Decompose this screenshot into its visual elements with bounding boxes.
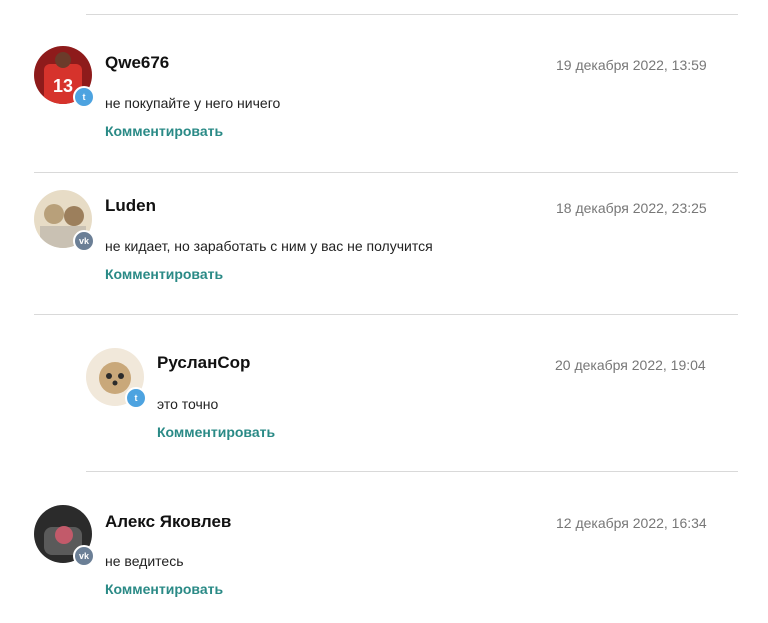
comment-text: не кидает, но заработать с ним у вас не … <box>105 238 433 254</box>
comment-date: 20 декабря 2022, 19:04 <box>555 357 706 373</box>
comment-reply-button[interactable]: Комментировать <box>105 123 223 139</box>
divider-2 <box>34 314 738 315</box>
comment-text: это точно <box>157 396 219 412</box>
svg-text:13: 13 <box>53 76 73 96</box>
comment-author[interactable]: Алекс Яковлев <box>105 512 231 532</box>
comment-author[interactable]: Luden <box>105 196 156 216</box>
twitter-icon: t <box>125 387 147 409</box>
comment-reply-button[interactable]: Комментировать <box>105 266 223 282</box>
comment-reply-button[interactable]: Комментировать <box>105 581 223 597</box>
comment-reply-button[interactable]: Комментировать <box>157 424 275 440</box>
comment-author[interactable]: РусланСор <box>157 353 250 373</box>
divider-top <box>86 14 738 15</box>
comment-date: 18 декабря 2022, 23:25 <box>556 200 707 216</box>
comment-text: не покупайте у него ничего <box>105 95 281 111</box>
comment-date: 19 декабря 2022, 13:59 <box>556 57 707 73</box>
comment-text: не ведитесь <box>105 553 184 569</box>
comment-author[interactable]: Qwe676 <box>105 53 169 73</box>
twitter-icon: t <box>73 86 95 108</box>
divider-1 <box>34 172 738 173</box>
vk-icon: vk <box>73 230 95 252</box>
comment-date: 12 декабря 2022, 16:34 <box>556 515 707 531</box>
vk-icon: vk <box>73 545 95 567</box>
divider-3 <box>86 471 738 472</box>
